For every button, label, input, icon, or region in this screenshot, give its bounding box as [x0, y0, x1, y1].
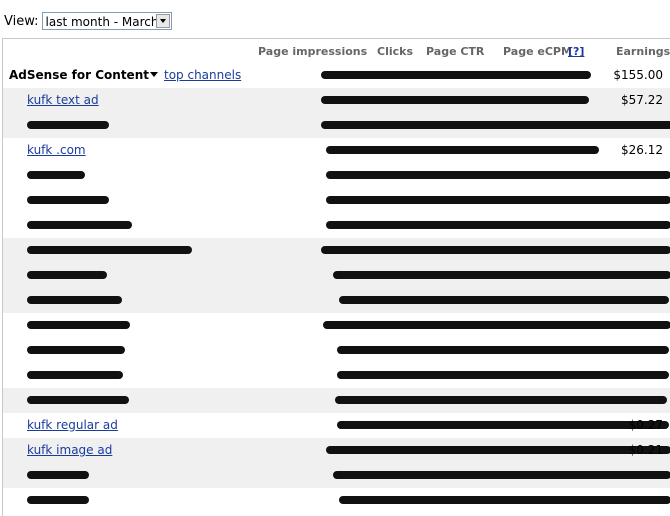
table-row: [3, 238, 670, 263]
redacted-channel-name[interactable]: [27, 271, 107, 279]
redacted-channel-name[interactable]: [27, 346, 125, 354]
col-page-impressions: Page impressions: [258, 45, 368, 58]
channel-earnings: $0.27: [628, 418, 663, 432]
table-row: kufk image ad $0.21: [3, 438, 670, 463]
redacted-channel-name[interactable]: [27, 396, 129, 404]
table-row: [3, 113, 670, 138]
redacted-values: [321, 121, 670, 129]
channel-link[interactable]: kufk image ad: [27, 443, 112, 457]
redacted-channel-name[interactable]: [27, 196, 109, 204]
table-row: [3, 163, 670, 188]
triangle-down-icon[interactable]: [150, 72, 158, 77]
report-table: Page impressions Clicks Page CTR Page eC…: [2, 38, 670, 516]
redacted-channel-name[interactable]: [27, 321, 130, 329]
channel-link[interactable]: kufk .com: [27, 143, 86, 157]
view-label: View:: [4, 13, 39, 29]
col-clicks: Clicks: [377, 45, 413, 58]
date-range-select[interactable]: last month - March: [41, 12, 172, 30]
summary-earnings: $155.00: [613, 68, 663, 82]
redacted-values: [321, 96, 589, 104]
channel-earnings: $57.22: [621, 93, 663, 107]
col-page-ctr: Page CTR: [426, 45, 485, 58]
table-row: [3, 488, 670, 513]
channel-earnings: $26.12: [621, 143, 663, 157]
redacted-values: [339, 496, 670, 504]
redacted-values: [326, 446, 670, 454]
table-header: Page impressions Clicks Page CTR Page eC…: [3, 39, 670, 63]
redacted-values: [333, 271, 670, 279]
table-row: [3, 363, 670, 388]
view-bar: View: last month - March: [4, 10, 172, 32]
redacted-values: [337, 421, 669, 429]
col-earnings: Earnings: [616, 45, 670, 58]
table-row: kufk .com $26.12: [3, 138, 670, 163]
redacted-values: [326, 171, 670, 179]
channel-link[interactable]: kufk text ad: [27, 93, 99, 107]
redacted-channel-name[interactable]: [27, 221, 132, 229]
redacted-values: [326, 146, 599, 154]
col-page-ecpm: Page eCPM: [503, 45, 572, 58]
table-row: kufk regular ad $0.27: [3, 413, 670, 438]
table-row: [3, 338, 670, 363]
redacted-values: [321, 71, 591, 79]
redacted-values: [337, 371, 669, 379]
redacted-values: [337, 346, 669, 354]
date-range-value: last month - March: [45, 15, 159, 29]
top-channels-link[interactable]: top channels: [164, 68, 241, 82]
table-row: kufk text ad $57.22: [3, 88, 670, 113]
redacted-values: [326, 221, 670, 229]
redacted-channel-name[interactable]: [27, 171, 85, 179]
redacted-channel-name[interactable]: [27, 371, 123, 379]
table-row: [3, 288, 670, 313]
channel-link[interactable]: kufk regular ad: [27, 418, 118, 432]
redacted-values: [323, 321, 670, 329]
table-row: [3, 463, 670, 488]
redacted-channel-name[interactable]: [27, 246, 192, 254]
summary-row: AdSense for Content top channels $155.00: [3, 63, 670, 88]
table-row: [3, 313, 670, 338]
channel-earnings: $0.21: [628, 443, 663, 457]
product-title: AdSense for Content: [9, 68, 149, 82]
help-link[interactable]: [?]: [568, 45, 584, 58]
redacted-values: [339, 296, 669, 304]
redacted-values: [326, 196, 670, 204]
redacted-channel-name[interactable]: [27, 121, 109, 129]
table-row: [3, 188, 670, 213]
table-row: [3, 263, 670, 288]
redacted-channel-name[interactable]: [27, 296, 122, 304]
redacted-values: [333, 471, 670, 479]
chevron-down-icon[interactable]: [155, 14, 170, 28]
redacted-values: [335, 396, 667, 404]
redacted-values: [321, 246, 670, 254]
redacted-channel-name[interactable]: [27, 471, 89, 479]
redacted-channel-name[interactable]: [27, 496, 89, 504]
table-row: [3, 213, 670, 238]
table-row: [3, 388, 670, 413]
